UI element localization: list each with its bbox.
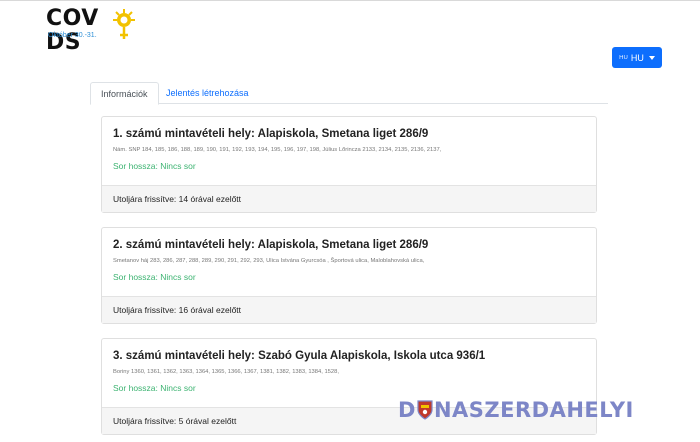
tab-create-report[interactable]: Jelentés létrehozása — [156, 82, 259, 105]
top-divider — [0, 0, 700, 1]
card-streets: Nám. SNP 184, 185, 186, 188, 189, 190, 1… — [113, 147, 442, 153]
coat-of-arms-icon — [417, 400, 433, 420]
tab-information[interactable]: Információk — [90, 82, 159, 105]
logo-subtitle: Október 30.-31. — [48, 32, 97, 39]
tab-bar: Információk Jelentés létrehozása — [90, 82, 608, 105]
language-dropdown-button[interactable]: HU HU — [612, 47, 662, 68]
dunaszerdahelyi-watermark: D NASZERDAHELYI — [398, 396, 634, 424]
language-flag: HU — [619, 54, 628, 61]
card-streets: Smetanov háj 283, 286, 287, 288, 289, 29… — [113, 258, 425, 264]
queue-length-status: Sor hossza: Nincs sor — [113, 161, 196, 171]
watermark-text-end: NASZERDAHELYI — [433, 398, 634, 422]
queue-length-status: Sor hossza: Nincs sor — [113, 272, 196, 282]
card-streets: Boriny 1360, 1361, 1362, 1363, 1364, 136… — [113, 369, 339, 375]
card-title: 3. számú mintavételi hely: Szabó Gyula A… — [113, 350, 486, 362]
sampling-site-card: 2. számú mintavételi hely: Alapiskola, S… — [101, 227, 597, 324]
caret-down-icon — [648, 55, 655, 60]
card-title: 2. számú mintavételi hely: Alapiskola, S… — [113, 239, 429, 251]
card-body: 2. számú mintavételi hely: Alapiskola, S… — [102, 228, 596, 296]
last-updated: Utoljára frissítve: 14 órával ezelőtt — [102, 185, 596, 212]
watermark-text-start: D — [398, 398, 416, 422]
language-label: HU — [630, 52, 644, 63]
sampling-site-card: 1. számú mintavételi hely: Alapiskola, S… — [101, 116, 597, 213]
queue-length-status: Sor hossza: Nincs sor — [113, 383, 196, 393]
virus-logo-icon — [113, 9, 135, 39]
card-title: 1. számú mintavételi hely: Alapiskola, S… — [113, 128, 429, 140]
card-body: 1. számú mintavételi hely: Alapiskola, S… — [102, 117, 596, 185]
last-updated: Utoljára frissítve: 16 órával ezelőtt — [102, 296, 596, 323]
covids-logo[interactable]: COVDS Október 30.-31. — [46, 7, 156, 55]
